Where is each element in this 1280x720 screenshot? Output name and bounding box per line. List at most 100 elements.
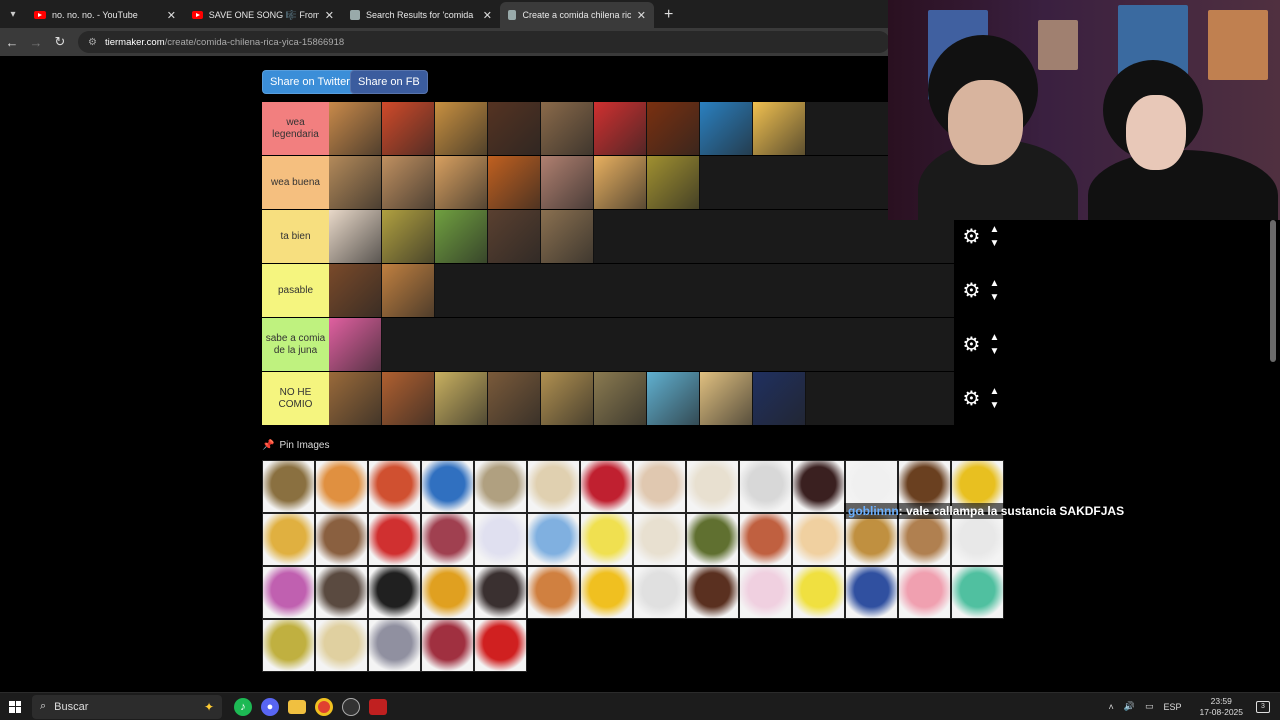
notifications-icon[interactable]: 3: [1256, 700, 1270, 713]
clock[interactable]: 23:59 17-08-2025: [1195, 696, 1248, 718]
chevron-up-icon[interactable]: ˄: [1109, 702, 1114, 712]
tier-label[interactable]: sabe a comia de la juna: [262, 318, 329, 371]
chevron-down-icon[interactable]: ▼: [990, 237, 1000, 251]
tier-items[interactable]: [329, 318, 954, 371]
food-image[interactable]: [488, 372, 541, 425]
food-image[interactable]: [382, 264, 435, 317]
tier-items[interactable]: [329, 264, 954, 317]
pool-food-image[interactable]: [739, 513, 792, 566]
pool-food-image[interactable]: [792, 513, 845, 566]
food-image[interactable]: [382, 156, 435, 209]
pool-food-image[interactable]: [951, 513, 1004, 566]
share-fb-button[interactable]: Share on FB: [350, 70, 428, 94]
pool-food-image[interactable]: [368, 460, 421, 513]
pool-food-image[interactable]: [262, 566, 315, 619]
pool-food-image[interactable]: [421, 566, 474, 619]
pool-food-image[interactable]: [421, 619, 474, 672]
food-image[interactable]: [647, 372, 700, 425]
spotify-icon[interactable]: ♪: [234, 697, 252, 716]
tab-2[interactable]: SAVE ONE SONG 🎼 From A to ✕: [184, 2, 342, 28]
food-image[interactable]: [488, 156, 541, 209]
close-icon[interactable]: ✕: [631, 9, 646, 22]
chevron-down-icon[interactable]: ▼: [990, 399, 1000, 413]
pool-food-image[interactable]: [580, 566, 633, 619]
chevron-down-icon[interactable]: ▼: [990, 345, 1000, 359]
pool-food-image[interactable]: [262, 513, 315, 566]
tier-label[interactable]: wea buena: [262, 156, 329, 209]
food-image[interactable]: [753, 102, 806, 155]
pool-food-image[interactable]: [580, 460, 633, 513]
voicemod-icon[interactable]: [369, 698, 387, 715]
pool-food-image[interactable]: [633, 513, 686, 566]
gear-icon[interactable]: ⚙: [963, 227, 981, 247]
tab-search-menu-icon[interactable]: ▾: [0, 0, 26, 28]
address-bar[interactable]: ⚙ tiermaker.com/create/comida-chilena-ri…: [78, 31, 890, 53]
chevron-up-icon[interactable]: ▲: [990, 331, 1000, 345]
food-image[interactable]: [435, 102, 488, 155]
food-image[interactable]: [329, 102, 382, 155]
tab-3[interactable]: Search Results for 'comida chile ✕: [342, 2, 500, 28]
food-image[interactable]: [329, 264, 382, 317]
pool-food-image[interactable]: [845, 566, 898, 619]
pool-food-image[interactable]: [315, 566, 368, 619]
discord-icon[interactable]: ●: [261, 697, 279, 716]
food-image[interactable]: [435, 210, 488, 263]
back-icon[interactable]: ←: [0, 35, 24, 50]
tier-label[interactable]: pasable: [262, 264, 329, 317]
pool-food-image[interactable]: [315, 513, 368, 566]
pool-food-image[interactable]: [898, 566, 951, 619]
pool-food-image[interactable]: [474, 566, 527, 619]
pool-food-image[interactable]: [898, 513, 951, 566]
food-image[interactable]: [541, 372, 594, 425]
food-image[interactable]: [594, 372, 647, 425]
chevron-up-icon[interactable]: ▲: [990, 223, 1000, 237]
food-image[interactable]: [541, 102, 594, 155]
pool-food-image[interactable]: [421, 513, 474, 566]
pool-food-image[interactable]: [474, 513, 527, 566]
share-twitter-button[interactable]: Share on Twitter: [262, 70, 358, 94]
page-scrollbar[interactable]: [1270, 220, 1276, 362]
reload-icon[interactable]: ↻: [48, 34, 72, 50]
pool-food-image[interactable]: [792, 566, 845, 619]
food-image[interactable]: [594, 156, 647, 209]
pool-food-image[interactable]: [686, 460, 739, 513]
pool-food-image[interactable]: [792, 460, 845, 513]
pool-food-image[interactable]: [633, 566, 686, 619]
pool-food-image[interactable]: [845, 513, 898, 566]
tab-4[interactable]: Create a comida chilena rica yic ✕: [500, 2, 654, 28]
chevron-up-icon[interactable]: ▲: [990, 385, 1000, 399]
tier-label[interactable]: ta bien: [262, 210, 329, 263]
new-tab-button[interactable]: +: [654, 2, 683, 28]
close-icon[interactable]: ✕: [161, 9, 176, 22]
food-image[interactable]: [329, 372, 382, 425]
pool-food-image[interactable]: [368, 619, 421, 672]
pool-food-image[interactable]: [368, 513, 421, 566]
food-image[interactable]: [435, 156, 488, 209]
food-image[interactable]: [594, 102, 647, 155]
food-image[interactable]: [382, 102, 435, 155]
food-image[interactable]: [753, 372, 806, 425]
close-icon[interactable]: ✕: [319, 9, 334, 22]
pool-food-image[interactable]: [421, 460, 474, 513]
food-image[interactable]: [647, 156, 700, 209]
food-image[interactable]: [647, 102, 700, 155]
pool-food-image[interactable]: [474, 460, 527, 513]
food-image[interactable]: [700, 372, 753, 425]
pool-food-image[interactable]: [527, 460, 580, 513]
pool-food-image[interactable]: [368, 566, 421, 619]
pool-food-image[interactable]: [951, 566, 1004, 619]
tier-items[interactable]: [329, 372, 954, 425]
tab-1[interactable]: no. no. no. - YouTube ✕: [26, 2, 184, 28]
food-image[interactable]: [541, 156, 594, 209]
food-image[interactable]: [488, 210, 541, 263]
obs-icon[interactable]: [342, 697, 360, 716]
pool-food-image[interactable]: [315, 619, 368, 672]
chevron-down-icon[interactable]: ▼: [990, 291, 1000, 305]
gear-icon[interactable]: ⚙: [963, 335, 981, 355]
gear-icon[interactable]: ⚙: [963, 281, 981, 301]
language-indicator[interactable]: ESP: [1164, 702, 1182, 712]
chrome-icon[interactable]: [315, 697, 333, 716]
food-image[interactable]: [488, 102, 541, 155]
tier-label[interactable]: wea legendaria: [262, 102, 329, 155]
pool-food-image[interactable]: [633, 460, 686, 513]
